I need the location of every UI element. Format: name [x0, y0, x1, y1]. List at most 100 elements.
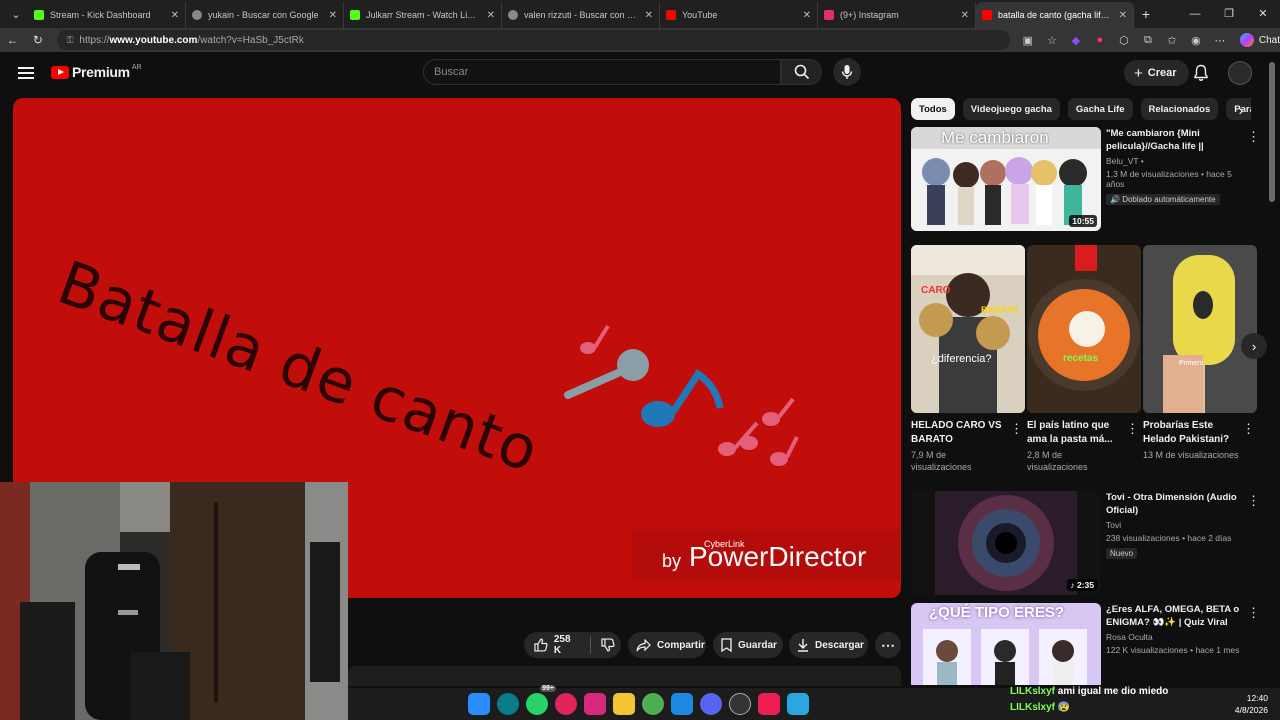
chrome-icon[interactable]	[642, 693, 664, 715]
tab-close-icon[interactable]: ✕	[487, 10, 495, 21]
tab-close-icon[interactable]: ✕	[803, 10, 811, 21]
favorite-star-icon[interactable]: ☆	[1040, 34, 1064, 47]
more-vertical-icon[interactable]: ⋮	[1242, 421, 1255, 437]
account-avatar[interactable]	[1228, 61, 1252, 85]
tab-instagram[interactable]: (9+) Instagram ✕	[818, 2, 976, 28]
new-tab-button[interactable]: +	[1134, 6, 1158, 22]
settings-more-icon[interactable]: ⋯	[1208, 34, 1232, 47]
short-item[interactable]: Primero Probarías Este Helado Pakistani?…	[1143, 245, 1257, 461]
short-thumbnail[interactable]: CARO BARATO ¿diferencia?	[911, 245, 1025, 413]
more-vertical-icon[interactable]: ⋮	[1126, 421, 1139, 437]
video-thumbnail[interactable]: ♪ 2:35	[911, 491, 1101, 595]
more-horizontal-icon: ⋯	[881, 636, 895, 653]
chip-videojuego-gacha[interactable]: Videojuego gacha	[962, 98, 1060, 120]
extension-red-icon[interactable]: ●	[1088, 34, 1112, 46]
tab-close-icon[interactable]: ✕	[329, 10, 337, 21]
recommendation-title[interactable]: ¿Eres ALFA, OMEGA, BETA o ENIGMA? 👀✨ | Q…	[1106, 603, 1244, 629]
obs-icon[interactable]	[729, 693, 751, 715]
youtube-icon	[666, 10, 676, 20]
tab-close-icon[interactable]: ✕	[1119, 10, 1127, 21]
page-scrollbar[interactable]	[1268, 52, 1276, 682]
chip-gacha-life[interactable]: Gacha Life	[1067, 98, 1133, 120]
site-info-icon[interactable]: ⚿	[67, 35, 74, 46]
system-clock[interactable]: 12:40 4/8/2026	[1226, 692, 1268, 716]
tab-actions-menu[interactable]: ⌄	[4, 3, 28, 25]
share-button[interactable]: Compartir	[628, 632, 706, 658]
youtube-icon	[982, 10, 992, 20]
collections-icon[interactable]: ⧉	[1136, 34, 1160, 47]
scrollbar-thumb[interactable]	[1269, 62, 1275, 202]
restore-icon[interactable]: ❐	[1212, 0, 1246, 28]
recommendation-title[interactable]: "Me cambiaron {Mini pelicula}//Gacha lif…	[1106, 127, 1244, 153]
copilot-chat-button[interactable]: Chat	[1239, 33, 1280, 47]
close-window-icon[interactable]: ✕	[1246, 0, 1280, 28]
more-actions-button[interactable]: ⋯	[875, 632, 901, 658]
chips-next-chevron-icon[interactable]: ›	[1231, 100, 1251, 120]
back-arrow-icon[interactable]: ←	[0, 33, 25, 47]
recommendation-item[interactable]: ¿QUÉ TIPO ERES? ¿Eres ALFA, OMEGA, BETA …	[911, 603, 1261, 685]
guide-menu-icon[interactable]	[18, 64, 34, 80]
short-title[interactable]: Probarías Este Helado Pakistani?	[1143, 419, 1239, 447]
recommendation-item[interactable]: ♪ 2:35 Tovi - Otra Dimensión (Audio Ofic…	[911, 491, 1261, 595]
chip-relacionados[interactable]: Relacionados	[1140, 98, 1219, 120]
channel-name[interactable]: Tovi	[1106, 520, 1244, 530]
windows-start-icon[interactable]	[468, 693, 490, 715]
file-explorer-icon[interactable]	[613, 693, 635, 715]
more-vertical-icon[interactable]: ⋮	[1247, 129, 1260, 145]
channel-name[interactable]: Belu_VT •	[1106, 156, 1244, 166]
reload-icon[interactable]: ↻	[25, 33, 50, 47]
video-thumbnail[interactable]: Me cambiaron 10:55	[911, 127, 1101, 231]
tiktok-icon[interactable]	[758, 693, 780, 715]
short-thumbnail[interactable]: Primero	[1143, 245, 1257, 413]
tab-google-search-yukain[interactable]: yukain - Buscar con Google ✕	[186, 2, 344, 28]
recommendation-item[interactable]: Me cambiaron 10:55 "Me cambiaron {Mini p…	[911, 127, 1261, 231]
like-button[interactable]: 258 K	[524, 632, 621, 658]
search-button[interactable]	[781, 59, 822, 85]
notifications-bell-icon[interactable]	[1193, 64, 1209, 87]
tab-kick-julkarr[interactable]: Julkarr Stream - Watch Live on Ki ✕	[344, 2, 502, 28]
video-thumbnail[interactable]: ¿QUÉ TIPO ERES?	[911, 603, 1101, 685]
discord-icon[interactable]	[700, 693, 722, 715]
thumbs-down-icon[interactable]	[601, 638, 615, 652]
address-bar[interactable]: ⚿ https://www.youtube.com/watch?v=HaSb_J…	[56, 30, 1010, 50]
tab-close-icon[interactable]: ✕	[171, 10, 179, 21]
more-vertical-icon[interactable]: ⋮	[1247, 605, 1260, 621]
tab-youtube-home[interactable]: YouTube ✕	[660, 2, 818, 28]
short-thumbnail[interactable]: recetas	[1027, 245, 1141, 413]
minimize-icon[interactable]: —	[1178, 0, 1212, 28]
description-box[interactable]	[348, 666, 901, 686]
whatsapp-icon[interactable]: 99+	[526, 685, 556, 715]
tab-close-icon[interactable]: ✕	[645, 10, 653, 21]
badge-text: Doblado automáticamente	[1122, 195, 1216, 204]
more-vertical-icon[interactable]: ⋮	[1247, 493, 1260, 509]
profile-avatar-icon[interactable]: ◉	[1184, 34, 1208, 47]
create-button[interactable]: + Crear	[1124, 60, 1189, 86]
more-vertical-icon[interactable]: ⋮	[1010, 421, 1023, 437]
tab-kick-dashboard[interactable]: Stream - Kick Dashboard ✕	[28, 2, 186, 28]
edge-browser-icon[interactable]	[497, 693, 519, 715]
tab-google-search-valen[interactable]: valen rizzuti - Buscar con Google ✕	[502, 2, 660, 28]
split-screen-icon[interactable]: ▣	[1016, 34, 1040, 47]
photos-icon[interactable]	[787, 693, 809, 715]
recommendation-title[interactable]: Tovi - Otra Dimensión (Audio Oficial)	[1106, 491, 1244, 517]
extension-purple-icon[interactable]: ◆	[1064, 34, 1088, 47]
shorts-next-chevron-icon[interactable]: ›	[1241, 333, 1267, 359]
tab-close-icon[interactable]: ✕	[961, 10, 969, 21]
channel-name[interactable]: Rosa Oculta	[1106, 632, 1244, 642]
media-player-icon[interactable]	[555, 693, 577, 715]
voice-search-button[interactable]	[833, 58, 861, 86]
chip-todos[interactable]: Todos	[911, 98, 955, 120]
short-title[interactable]: HELADO CARO VS BARATO	[911, 419, 1007, 447]
mail-icon[interactable]	[671, 693, 693, 715]
instagram-app-icon[interactable]	[584, 693, 606, 715]
short-item[interactable]: recetas El país latino que ama la pasta …	[1027, 245, 1141, 473]
tab-youtube-video-active[interactable]: batalla de canto (gacha life) - You ✕	[976, 2, 1134, 28]
save-button[interactable]: Guardar	[713, 632, 783, 658]
search-input[interactable]: Buscar	[423, 59, 781, 85]
favorites-icon[interactable]: ✩	[1160, 34, 1184, 47]
extensions-icon[interactable]: ⬡	[1112, 34, 1136, 47]
short-item[interactable]: CARO BARATO ¿diferencia? HELADO CARO VS …	[911, 245, 1025, 473]
short-title[interactable]: El país latino que ama la pasta má...	[1027, 419, 1123, 447]
youtube-premium-logo[interactable]: Premium AR	[51, 64, 142, 80]
download-button[interactable]: Descargar	[789, 632, 868, 658]
